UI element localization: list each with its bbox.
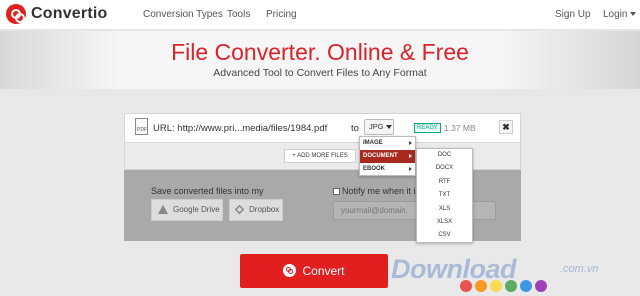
convert-button[interactable]: Convert [240, 254, 388, 288]
google-drive-icon [158, 205, 168, 214]
pdf-file-icon: PDF [135, 118, 148, 135]
notify-checkbox[interactable] [333, 188, 340, 195]
format-submenu: DOC DOCX RTF TXT XLS XLSX CSV [416, 148, 473, 243]
menu-item-document[interactable]: DOCUMENT [360, 150, 415, 163]
watermark-dot [475, 280, 487, 292]
file-row: PDF URL: http://www.pri...media/files/19… [124, 113, 521, 143]
logo[interactable]: Convertio [6, 4, 107, 24]
convertio-logo-icon [6, 4, 26, 24]
menu-item-ebook[interactable]: EBOOK [360, 163, 415, 176]
watermark-dot [505, 280, 517, 292]
convert-label: Convert [302, 264, 345, 278]
watermark-dot [460, 280, 472, 292]
watermark-domain: .com.vn [560, 263, 599, 275]
chevron-down-icon [630, 12, 637, 17]
dropbox-icon [234, 204, 245, 215]
add-more-files-button[interactable]: + ADD MORE FILES [284, 149, 356, 163]
notify-row: Notify me when it is [333, 186, 420, 196]
menu-item-txt[interactable]: TXT [417, 189, 472, 202]
nav-tools[interactable]: Tools [227, 9, 250, 20]
google-drive-label: Google Drive [173, 205, 220, 214]
menu-item-xls[interactable]: XLS [417, 203, 472, 216]
login-label: Login [603, 9, 628, 20]
status-badge: READY [414, 123, 441, 133]
nav-pricing[interactable]: Pricing [266, 9, 297, 20]
notify-label: Notify me when it is [342, 186, 421, 196]
to-label: to [351, 123, 359, 134]
menu-item-csv[interactable]: CSV [417, 229, 472, 242]
file-size: 1.37 MB [444, 123, 476, 133]
top-navbar: Convertio Conversion Types Tools Pricing… [0, 0, 640, 30]
convert-icon [283, 264, 297, 277]
chevron-down-icon [385, 125, 392, 130]
chevron-right-icon [409, 154, 412, 158]
watermark-dot [520, 280, 532, 292]
chevron-right-icon [409, 167, 412, 171]
format-value: JPG [369, 122, 384, 131]
menu-item-rtf[interactable]: RTF [417, 176, 472, 189]
file-url: URL: http://www.pri...media/files/1984.p… [153, 123, 328, 134]
menu-item-image[interactable]: IMAGE [360, 137, 415, 150]
save-into-label: Save converted files into my [151, 186, 264, 196]
page-title: File Converter. Online & Free [171, 39, 469, 65]
signup-link[interactable]: Sign Up [555, 9, 591, 20]
watermark-dots [460, 280, 547, 292]
chevron-right-icon [409, 141, 412, 145]
dropbox-label: Dropbox [249, 205, 280, 214]
login-link[interactable]: Login [603, 9, 637, 20]
dropbox-button[interactable]: Dropbox [229, 199, 283, 221]
format-select[interactable]: JPG [364, 119, 394, 135]
format-category-menu: IMAGE DOCUMENT EBOOK [359, 136, 416, 176]
google-drive-button[interactable]: Google Drive [151, 199, 223, 221]
remove-file-button[interactable]: ✖ [499, 120, 513, 134]
nav-conversion-types[interactable]: Conversion Types [143, 9, 223, 20]
watermark-dot [490, 280, 502, 292]
page-subtitle: Advanced Tool to Convert Files to Any Fo… [213, 67, 427, 79]
menu-item-xlsx[interactable]: XLSX [417, 216, 472, 229]
watermark-dot [535, 280, 547, 292]
menu-item-docx[interactable]: DOCX [417, 162, 472, 175]
logo-text: Convertio [31, 5, 108, 22]
menu-item-doc[interactable]: DOC [417, 149, 472, 162]
